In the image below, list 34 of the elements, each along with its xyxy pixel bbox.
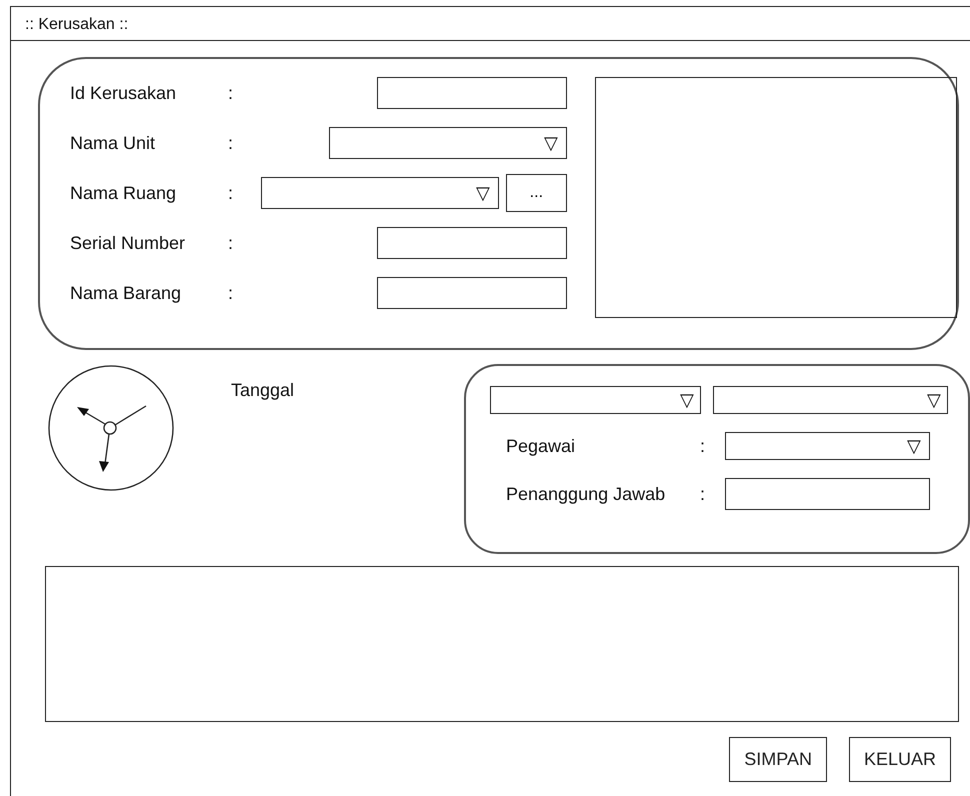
field-label: Id Kerusakan	[70, 82, 178, 104]
input-field[interactable]	[376, 227, 567, 259]
dropdown-arrow[interactable]: ▽	[544, 134, 558, 152]
field-label: Penanggung Jawab	[506, 482, 666, 506]
dropdown-field[interactable]: ▽	[328, 127, 567, 159]
colon: :	[228, 132, 234, 154]
field-label: Nama Ruang	[70, 182, 178, 205]
dropdown-field[interactable]: ▽	[490, 386, 701, 414]
input-field[interactable]	[376, 277, 567, 309]
action-button[interactable]: SIMPAN	[729, 737, 827, 782]
field-label: Nama Barang	[70, 282, 182, 305]
colon: :	[228, 182, 234, 204]
clock-icon	[47, 364, 175, 492]
field-label: Serial Number	[70, 232, 186, 254]
colon: :	[228, 82, 234, 104]
dropdown-arrow[interactable]: ▽	[680, 391, 694, 409]
action-button[interactable]: KELUAR	[848, 737, 951, 782]
dropdown-arrow[interactable]: ▽	[907, 437, 921, 455]
date-label: Tanggal	[231, 379, 296, 402]
window-title: :: Kerusakan ::	[25, 15, 128, 35]
browse-button[interactable]: ...	[506, 174, 567, 212]
dropdown-field[interactable]: ▽	[260, 177, 499, 209]
dropdown-arrow[interactable]: ▽	[927, 391, 941, 409]
dropdown-field[interactable]: ▽	[713, 386, 948, 414]
dropdown-field[interactable]: ▽	[725, 432, 930, 460]
input-field[interactable]	[725, 478, 930, 510]
field-label: Nama Unit	[70, 132, 156, 154]
input-field[interactable]	[376, 77, 567, 109]
colon: :	[228, 232, 234, 254]
colon: :	[228, 282, 234, 304]
colon: :	[700, 482, 706, 506]
colon: :	[700, 434, 706, 458]
field-label: Pegawai	[506, 434, 576, 458]
dropdown-arrow[interactable]: ▽	[476, 184, 490, 202]
